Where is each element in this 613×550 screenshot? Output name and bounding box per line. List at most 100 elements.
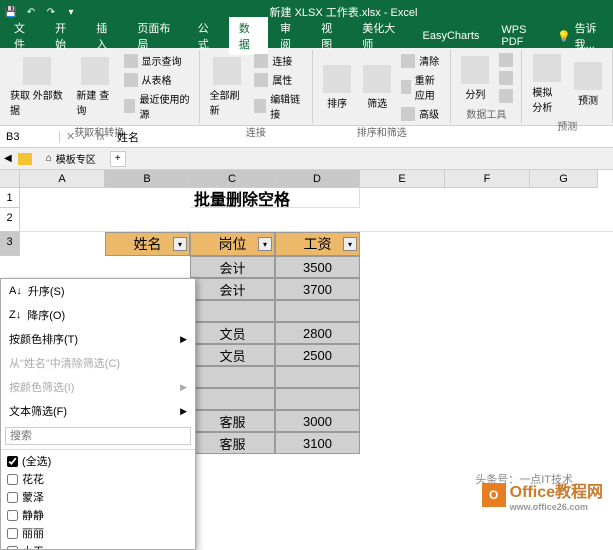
whatif-button[interactable]: 模拟分析	[528, 52, 566, 116]
filter-by-color-item: 按颜色筛选(I)▶	[1, 375, 195, 399]
forecast-button[interactable]: 预测	[570, 52, 606, 116]
btn-label: 连接	[272, 53, 292, 68]
cell-c7[interactable]: 文员	[190, 322, 275, 344]
cell-c9[interactable]	[190, 366, 275, 388]
filter-checkbox[interactable]	[7, 546, 18, 550]
cell-d11[interactable]: 3000	[275, 410, 360, 432]
row-header-3[interactable]: 3	[0, 232, 20, 256]
forecast-icon	[574, 62, 602, 90]
edit-links-button[interactable]: 编辑链接	[252, 90, 306, 122]
sort-by-color-item[interactable]: 按颜色排序(T)▶	[1, 327, 195, 351]
col-header-f[interactable]: F	[445, 170, 530, 188]
table-icon	[124, 73, 138, 87]
header-name[interactable]: 姓名 ▾	[105, 232, 190, 256]
col-header-a[interactable]: A	[20, 170, 105, 188]
advanced-filter-button[interactable]: 高级	[399, 105, 444, 122]
template-zone-tab[interactable]: ⌂ 模板专区	[38, 149, 104, 168]
menu-label: 从"姓名"中清除筛选(C)	[9, 355, 120, 371]
cell-c11[interactable]: 客服	[190, 410, 275, 432]
connections-button[interactable]: 连接	[252, 52, 306, 69]
show-queries-button[interactable]: 显示查询	[122, 52, 193, 69]
fx-icon[interactable]: fx	[96, 131, 105, 143]
filter-checkbox[interactable]	[7, 474, 18, 485]
filter-value-label: 小天	[22, 543, 44, 549]
cell-d7[interactable]: 2800	[275, 322, 360, 344]
recent-sources-button[interactable]: 最近使用的源	[122, 90, 193, 122]
cell-d8[interactable]: 2500	[275, 344, 360, 366]
tab-easycharts[interactable]: EasyCharts	[413, 27, 490, 45]
filter-button[interactable]: 筛选	[359, 52, 395, 122]
properties-button[interactable]: 属性	[252, 71, 306, 88]
header-label: 工资	[304, 234, 332, 254]
cell-d9[interactable]	[275, 366, 360, 388]
text-to-columns-button[interactable]: 分列	[457, 52, 493, 104]
filter-value-item[interactable]: 花花	[7, 470, 189, 488]
autofilter-menu: A↓升序(S) Z↓降序(O) 按颜色排序(T)▶ 从"姓名"中清除筛选(C) …	[0, 278, 196, 550]
tool1[interactable]	[497, 52, 515, 68]
cell-d4[interactable]: 3500	[275, 256, 360, 278]
reapply-button[interactable]: 重新应用	[399, 71, 444, 103]
confirm-icon[interactable]: ✓	[81, 130, 90, 143]
filter-checkbox[interactable]	[7, 510, 18, 521]
filter-checkbox[interactable]	[7, 528, 18, 539]
row-2[interactable]	[20, 208, 613, 232]
btn-label: 分列	[465, 86, 485, 101]
col-header-g[interactable]: G	[530, 170, 598, 188]
filter-value-item[interactable]: 蒙泽	[7, 488, 189, 506]
filter-checkbox[interactable]	[7, 492, 18, 503]
tool3[interactable]	[497, 88, 515, 104]
filter-value-label: (全选)	[22, 453, 51, 469]
select-all-corner[interactable]	[0, 170, 20, 188]
cell-c5[interactable]: 会计	[190, 278, 275, 300]
from-table-button[interactable]: 从表格	[122, 71, 193, 88]
filter-search-input[interactable]	[5, 427, 191, 445]
office-logo-icon: O	[482, 483, 506, 507]
formula-bar[interactable]: 姓名	[111, 129, 613, 145]
col-header-e[interactable]: E	[360, 170, 445, 188]
filter-dropdown-icon[interactable]: ▾	[258, 237, 272, 251]
sort-descending-item[interactable]: Z↓降序(O)	[1, 303, 195, 327]
cell-c4[interactable]: 会计	[190, 256, 275, 278]
cell-d5[interactable]: 3700	[275, 278, 360, 300]
clear-icon	[401, 54, 415, 68]
formula-bar-row: B3 ✕ ✓ fx 姓名	[0, 126, 613, 148]
new-query-button[interactable]: 新建 查询	[72, 52, 117, 122]
cell-c6[interactable]	[190, 300, 275, 322]
ribbon: 获取 外部数据 新建 查询 显示查询 从表格 最近使用的源 获取和转换 全部刷新…	[0, 48, 613, 126]
add-sheet-button[interactable]: +	[110, 151, 126, 167]
folder-icon[interactable]	[18, 153, 32, 165]
cell-d6[interactable]	[275, 300, 360, 322]
tab-wpspdf[interactable]: WPS PDF	[491, 21, 555, 51]
cell-c12[interactable]: 客服	[190, 432, 275, 454]
filter-dropdown-icon[interactable]: ▾	[343, 237, 357, 251]
sort-ascending-item[interactable]: A↓升序(S)	[1, 279, 195, 303]
filter-dropdown-icon[interactable]: ▾	[173, 237, 187, 251]
row-header-1[interactable]: 1	[0, 188, 20, 208]
filter-value-item[interactable]: 静静	[7, 506, 189, 524]
nav-left-icon[interactable]: ◀	[4, 153, 12, 164]
refresh-all-button[interactable]: 全部刷新	[206, 52, 249, 122]
header-position[interactable]: 岗位 ▾	[190, 232, 275, 256]
sort-button[interactable]: 排序	[319, 52, 355, 122]
col-header-b[interactable]: B	[105, 170, 190, 188]
cell-d12[interactable]: 3100	[275, 432, 360, 454]
filter-checkbox[interactable]	[7, 456, 18, 467]
cell-c8[interactable]: 文员	[190, 344, 275, 366]
clear-filter-button[interactable]: 清除	[399, 52, 444, 69]
watermark: O Office教程网 www.office26.com	[482, 478, 603, 512]
ribbon-tabs: 文件 开始 插入 页面布局 公式 数据 审阅 视图 美化大师 EasyChart…	[0, 24, 613, 48]
row-header-2[interactable]: 2	[0, 208, 20, 232]
header-salary[interactable]: 工资 ▾	[275, 232, 360, 256]
filter-value-item[interactable]: (全选)	[7, 452, 189, 470]
cell-d10[interactable]	[275, 388, 360, 410]
tell-me-search[interactable]: 💡 告诉我...	[557, 20, 609, 52]
filter-value-item[interactable]: 丽丽	[7, 524, 189, 542]
title-cell[interactable]: 批量删除空格	[190, 188, 360, 208]
name-box[interactable]: B3	[0, 131, 60, 143]
get-external-data-button[interactable]: 获取 外部数据	[6, 52, 68, 122]
tool2[interactable]	[497, 70, 515, 86]
text-filter-item[interactable]: 文本筛选(F)▶	[1, 399, 195, 423]
cell-c10[interactable]	[190, 388, 275, 410]
filter-value-item[interactable]: 小天	[7, 542, 189, 549]
cancel-icon[interactable]: ✕	[66, 130, 75, 143]
